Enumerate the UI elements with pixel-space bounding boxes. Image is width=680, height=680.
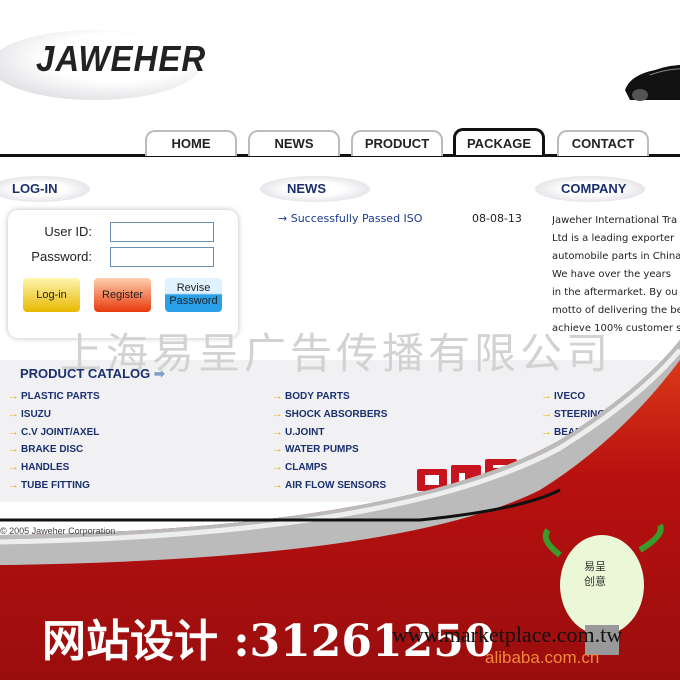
password-label: Password: bbox=[31, 249, 92, 264]
user-id-label: User ID: bbox=[44, 224, 92, 239]
tab-product[interactable]: PRODUCT bbox=[351, 130, 443, 156]
tab-home[interactable]: HOME bbox=[145, 130, 237, 156]
user-id-input[interactable] bbox=[110, 222, 214, 242]
company-line: Ltd is a leading exporter bbox=[552, 233, 675, 244]
news-title: NEWS bbox=[287, 181, 326, 196]
logo[interactable]: JAWEHER bbox=[36, 38, 206, 80]
company-line: motto of delivering the be bbox=[552, 305, 680, 316]
login-button[interactable]: Log-in bbox=[23, 278, 80, 312]
marketplace-watermark: www.marketplace.com.tw bbox=[392, 622, 623, 647]
tab-contact[interactable]: CONTACT bbox=[557, 130, 649, 156]
password-label-btn: Password bbox=[169, 295, 218, 307]
login-title: LOG-IN bbox=[12, 181, 58, 196]
bulb-line: 易呈 bbox=[584, 561, 606, 573]
bulb-text: 易呈 创意 bbox=[584, 560, 606, 590]
news-item[interactable]: → Successfully Passed ISO bbox=[278, 212, 422, 225]
news-date: 08-08-13 bbox=[472, 212, 522, 225]
company-title: COMPANY bbox=[561, 181, 627, 196]
copyright: © 2005 Jaweher Corporation bbox=[0, 526, 116, 536]
company-line: automobile parts in China bbox=[552, 251, 680, 262]
revise-label: Revise bbox=[176, 282, 211, 294]
password-input[interactable] bbox=[110, 247, 214, 267]
register-button[interactable]: Register bbox=[94, 278, 151, 312]
company-line: Jaweher International Tra bbox=[552, 215, 678, 226]
bulb-line: 创意 bbox=[584, 576, 606, 588]
company-line: in the aftermarket. By ou bbox=[552, 287, 678, 298]
revise-password-button[interactable]: Revise Password bbox=[165, 278, 222, 312]
tab-package[interactable]: PACKAGE bbox=[453, 128, 545, 155]
news-item-text[interactable]: Successfully Passed ISO bbox=[291, 212, 423, 225]
car-image bbox=[625, 64, 680, 101]
company-line: We have over the years bbox=[552, 269, 671, 280]
tab-news[interactable]: NEWS bbox=[248, 130, 340, 156]
alibaba-watermark: alibaba.com.cn bbox=[485, 648, 600, 667]
arrow-icon: → bbox=[278, 212, 291, 225]
